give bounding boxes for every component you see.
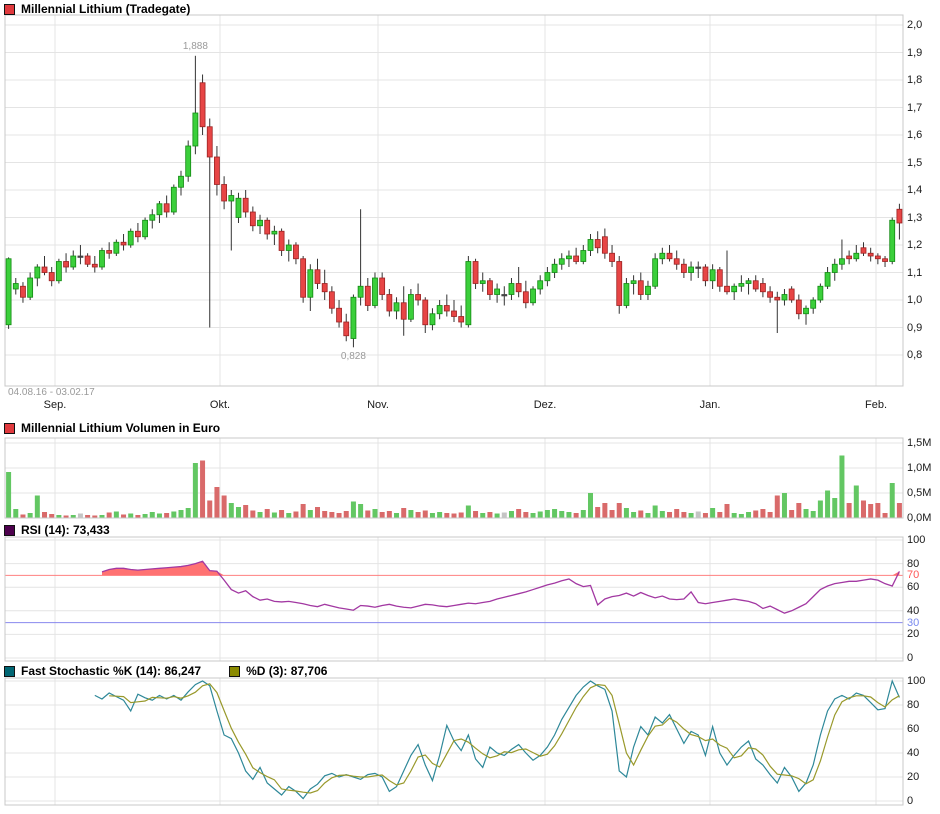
price-axis-tick: 1,9 [907,47,922,59]
price-axis-tick: 1,3 [907,212,922,224]
rsi-axis-tick: 60 [907,581,919,593]
x-axis-month-label: Feb. [854,399,898,411]
rsi-axis-tick: 80 [907,558,919,570]
stochastic-k-label: Fast Stochastic %K (14): 86,247 [21,664,201,678]
price-axis-tick: 1,4 [907,184,922,196]
x-axis-month-label: Jan. [688,399,732,411]
stochastic-legend: Fast Stochastic %K (14): 86,247 %D (3): … [4,664,327,678]
price-axis-tick: 1,6 [907,129,922,141]
stochastic-k-swatch-icon [4,666,15,677]
low-price-annotation: 0,828 [321,351,385,362]
date-range-label: 04.08.16 - 03.02.17 [8,387,95,398]
volume-legend-label: Millennial Lithium Volumen in Euro [21,421,220,435]
volume-series-swatch-icon [4,423,15,434]
chart-canvas [0,0,940,814]
rsi-legend: RSI (14): 73,433 [4,523,110,537]
x-axis-month-label: Dez. [523,399,567,411]
rsi-axis-tick: 0 [907,652,913,664]
price-legend: Millennial Lithium (Tradegate) [4,2,190,16]
rsi-axis-tick: 40 [907,605,919,617]
price-series-swatch-icon [4,4,15,15]
rsi-axis-tick: 20 [907,628,919,640]
price-axis-tick: 1,7 [907,102,922,114]
volume-axis-tick: 0,5M [907,487,931,499]
volume-axis-tick: 1,5M [907,437,931,449]
stochastic-axis-tick: 20 [907,771,919,783]
rsi-series-swatch-icon [4,525,15,536]
stochastic-axis-tick: 60 [907,723,919,735]
rsi-axis-tick: 70 [907,569,919,581]
rsi-axis-tick: 100 [907,534,925,546]
volume-axis-tick: 0,0M [907,512,931,524]
x-axis-month-label: Okt. [198,399,242,411]
stochastic-axis-tick: 40 [907,747,919,759]
price-legend-label: Millennial Lithium (Tradegate) [21,2,190,16]
price-axis-tick: 1,1 [907,267,922,279]
rsi-legend-label: RSI (14): 73,433 [21,523,110,537]
price-axis-tick: 1,5 [907,157,922,169]
stochastic-axis-tick: 80 [907,699,919,711]
stochastic-d-label: %D (3): 87,706 [246,664,327,678]
stochastic-d-swatch-icon [229,666,240,677]
high-price-annotation: 1,888 [163,41,227,52]
price-axis-tick: 1,0 [907,294,922,306]
price-axis-tick: 0,9 [907,322,922,334]
stochastic-axis-tick: 100 [907,675,925,687]
price-axis-tick: 1,8 [907,74,922,86]
stochastic-axis-tick: 0 [907,795,913,807]
stock-chart: Millennial Lithium (Tradegate) Millennia… [0,0,940,814]
volume-axis-tick: 1,0M [907,462,931,474]
rsi-axis-tick: 30 [907,617,919,629]
price-axis-tick: 2,0 [907,19,922,31]
price-axis-tick: 1,2 [907,239,922,251]
price-axis-tick: 0,8 [907,349,922,361]
volume-legend: Millennial Lithium Volumen in Euro [4,421,220,435]
x-axis-month-label: Nov. [356,399,400,411]
x-axis-month-label: Sep. [33,399,77,411]
